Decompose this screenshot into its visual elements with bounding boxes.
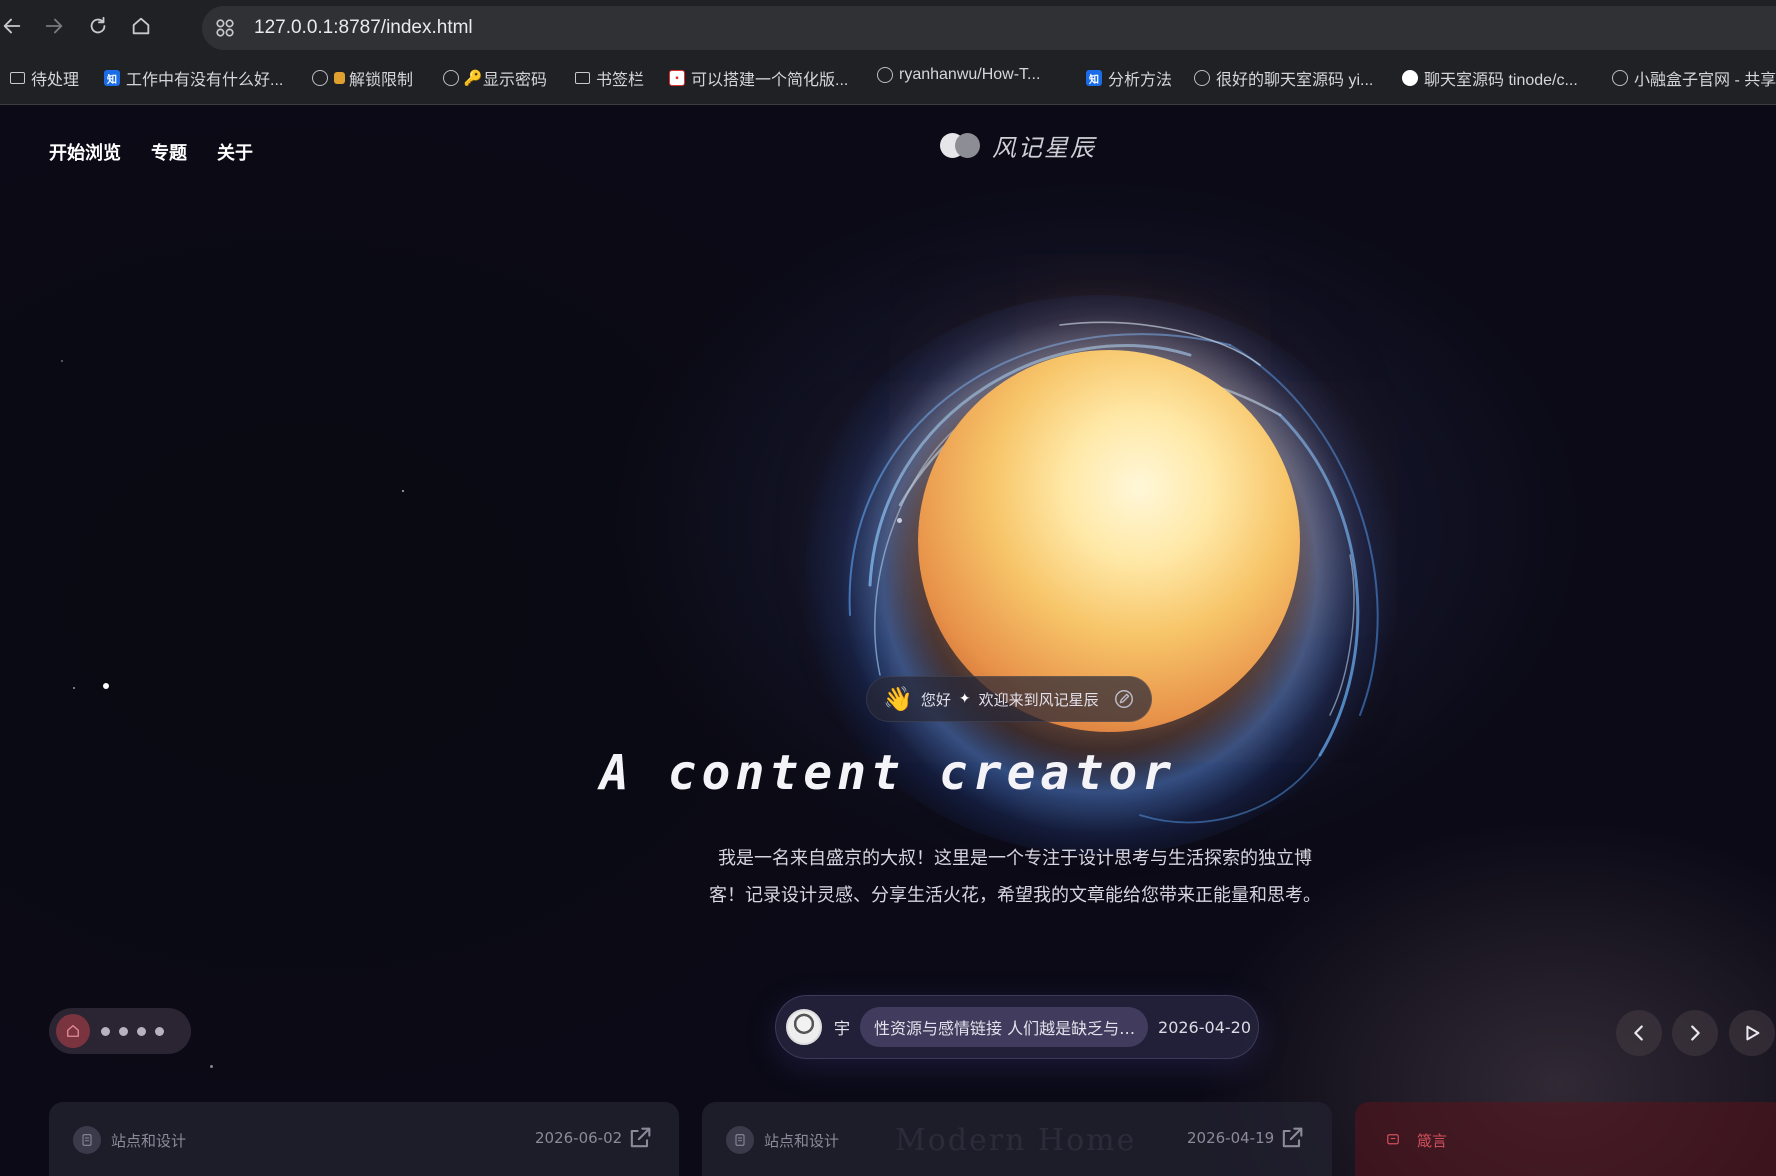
bookmark-item[interactable]: 🔑 显示密码 <box>443 66 547 90</box>
bookmark-item[interactable]: ryanhanwu/How-T... <box>877 66 1040 84</box>
hero-headline: A content creator <box>599 745 1177 801</box>
zhihu-icon: 知 <box>104 70 120 86</box>
nav-topics[interactable]: 专题 <box>151 139 187 165</box>
chevron-left-icon <box>1634 1025 1643 1041</box>
card-category: 箴言 <box>1417 1131 1448 1150</box>
star <box>61 360 63 362</box>
card-watermark: Modern Home <box>895 1123 1137 1158</box>
bookmark-item[interactable]: 知分析方法 <box>1086 66 1172 90</box>
site-info-icon[interactable] <box>214 17 236 39</box>
globe-icon <box>877 67 893 83</box>
red-square-icon: ▪ <box>669 70 685 86</box>
wave-hand-icon: 👋 <box>883 685 913 713</box>
home-icon[interactable] <box>56 1014 90 1048</box>
folder-icon <box>575 72 590 84</box>
slide-indicator <box>49 1008 191 1054</box>
key-icon: 🔑 <box>463 70 483 87</box>
avatar <box>786 1009 822 1045</box>
star <box>402 490 404 492</box>
home-icon[interactable] <box>125 10 157 42</box>
play-icon <box>1746 1025 1760 1041</box>
chevron-right-icon <box>1691 1025 1700 1041</box>
post-date: 2026-04-20 <box>1158 1017 1251 1037</box>
external-link-icon[interactable] <box>1278 1124 1306 1152</box>
slide-dot[interactable] <box>101 1026 110 1036</box>
site-nav: 开始浏览 专题 关于 <box>49 139 253 165</box>
url-text[interactable]: 127.0.0.1:8787/index.html <box>254 17 473 39</box>
card-date: 2026-06-02 <box>535 1129 623 1147</box>
address-bar[interactable]: 127.0.0.1:8787/index.html <box>202 6 1776 50</box>
nav-browse[interactable]: 开始浏览 <box>49 139 121 165</box>
logo-mark-icon <box>940 132 980 158</box>
intro-line: 客！记录设计灵感、分享生活火花，希望我的文章能给您带来正能量和思考。 <box>709 885 1321 906</box>
post-title[interactable]: 性资源与感情链接 人们越是缺乏与… <box>860 1007 1149 1047</box>
hero-intro: 我是一名来自盛京的大叔！这里是一个专注于设计思考与生活探索的独立博 客！记录设计… <box>680 840 1350 914</box>
site-logo[interactable]: 风记星辰 <box>940 125 1096 165</box>
logo-text: 风记星辰 <box>992 133 1096 162</box>
bookmark-item[interactable]: 很好的聊天室源码 yi... <box>1194 66 1373 90</box>
quote-icon <box>1379 1126 1407 1154</box>
browser-chrome: 127.0.0.1:8787/index.html 待处理 知工作中有没有什么好… <box>0 0 1776 105</box>
globe-icon <box>443 70 459 86</box>
github-icon <box>1402 70 1418 86</box>
card-category: 站点和设计 <box>111 1131 187 1150</box>
prev-button[interactable] <box>1616 1010 1662 1056</box>
globe-icon <box>1612 70 1628 86</box>
bookmark-item[interactable]: 待处理 <box>10 66 79 90</box>
bookmarks-bar: 待处理 知工作中有没有什么好... 解锁限制 🔑 显示密码 书签栏 ▪ 可以搭建一个… <box>0 62 1776 96</box>
slide-dot[interactable] <box>137 1026 146 1036</box>
greeting-text: 欢迎来到风记星辰 <box>978 690 1099 709</box>
star <box>103 683 109 689</box>
globe-icon <box>312 70 328 86</box>
star <box>73 687 75 689</box>
next-button[interactable] <box>1672 1010 1718 1056</box>
greeting-badge: 👋 您好 ✦ 欢迎来到风记星辰 <box>866 676 1152 722</box>
back-icon[interactable] <box>0 10 28 42</box>
forward-icon[interactable] <box>38 10 70 42</box>
intro-line: 我是一名来自盛京的大叔！这里是一个专注于设计思考与生活探索的独立博 <box>718 848 1312 869</box>
featured-post[interactable]: 宇 性资源与感情链接 人们越是缺乏与… 2026-04-20 <box>775 995 1259 1059</box>
folder-icon <box>10 72 25 84</box>
bookmark-item[interactable]: 小融盒子官网 - 共享 <box>1612 66 1776 90</box>
quote-card[interactable]: 箴言 <box>1355 1102 1776 1176</box>
page-viewport: 开始浏览 专题 关于 风记星辰 👋 您好 ✦ 欢迎来到风记星辰 A conten… <box>0 105 1776 1176</box>
glowing-planet <box>918 350 1300 732</box>
greeting-prefix: 您好 <box>920 690 951 709</box>
zhihu-icon: 知 <box>1086 70 1102 86</box>
slide-dot[interactable] <box>119 1026 128 1036</box>
post-card[interactable]: 站点和设计 2026-06-02 <box>49 1102 679 1176</box>
nav-about[interactable]: 关于 <box>217 139 253 165</box>
lock-icon <box>334 72 345 84</box>
external-link-icon[interactable] <box>626 1124 654 1152</box>
card-category: 站点和设计 <box>764 1131 840 1150</box>
play-button[interactable] <box>1729 1010 1775 1056</box>
bookmark-item[interactable]: 解锁限制 <box>312 66 413 90</box>
bookmark-item[interactable]: 书签栏 <box>575 66 644 90</box>
globe-icon <box>1194 70 1210 86</box>
edit-icon[interactable] <box>1113 688 1135 710</box>
post-author: 宇 <box>834 1019 851 1038</box>
reload-icon[interactable] <box>82 10 114 42</box>
card-date: 2026-04-19 <box>1187 1129 1275 1147</box>
star <box>210 1065 213 1068</box>
slide-dot[interactable] <box>155 1026 164 1036</box>
bookmark-item[interactable]: 知工作中有没有什么好... <box>104 66 283 90</box>
sparkle-icon: ✦ <box>958 691 971 707</box>
bookmark-item[interactable]: ▪ 可以搭建一个简化版... <box>669 66 848 90</box>
bookmark-item[interactable]: 聊天室源码 tinode/c... <box>1402 66 1578 90</box>
document-icon <box>73 1126 101 1154</box>
document-icon <box>726 1126 754 1154</box>
